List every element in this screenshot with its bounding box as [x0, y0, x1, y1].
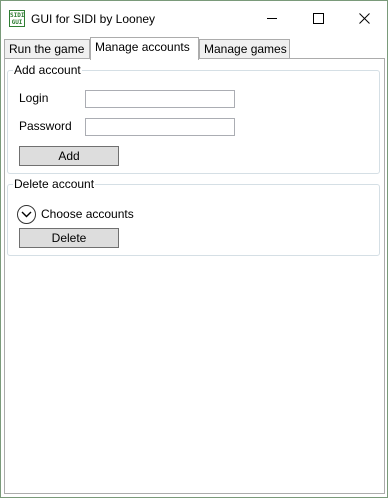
- tab-run-the-game[interactable]: Run the game: [4, 39, 90, 59]
- login-label: Login: [19, 91, 49, 105]
- choose-accounts-expander[interactable]: Choose accounts: [17, 203, 134, 225]
- client-area: Run the game Manage accounts Manage game…: [2, 36, 387, 497]
- password-field[interactable]: [85, 118, 235, 136]
- tab-manage-accounts[interactable]: Manage accounts: [90, 37, 199, 60]
- minimize-icon: [266, 18, 277, 19]
- chevron-down-icon: [17, 204, 36, 224]
- password-label: Password: [19, 119, 72, 133]
- add-button[interactable]: Add: [19, 146, 119, 166]
- delete-account-legend: Delete account: [13, 177, 96, 191]
- choose-accounts-label: Choose accounts: [41, 207, 134, 221]
- tab-manage-games[interactable]: Manage games: [199, 39, 290, 59]
- manage-accounts-panel: Add account Login Password Add Delete ac…: [4, 58, 385, 494]
- add-account-legend: Add account: [13, 63, 82, 77]
- window-title: GUI for SIDI by Looney: [31, 12, 156, 26]
- app-icon: SIDI GUI: [9, 10, 25, 27]
- maximize-icon: [312, 13, 324, 24]
- title-bar[interactable]: SIDI GUI GUI for SIDI by Looney: [1, 1, 387, 36]
- delete-account-group: Delete account Choose accounts Delete: [7, 177, 380, 256]
- login-field[interactable]: [85, 90, 235, 108]
- close-icon: [358, 13, 370, 24]
- tab-strip: Run the game Manage accounts Manage game…: [4, 37, 385, 60]
- minimize-button[interactable]: [249, 1, 295, 36]
- close-button[interactable]: [341, 1, 387, 36]
- maximize-button[interactable]: [295, 1, 341, 36]
- app-window: SIDI GUI GUI for SIDI by Looney Run the …: [0, 0, 388, 498]
- delete-button[interactable]: Delete: [19, 228, 119, 248]
- add-account-group: Add account Login Password Add: [7, 63, 380, 174]
